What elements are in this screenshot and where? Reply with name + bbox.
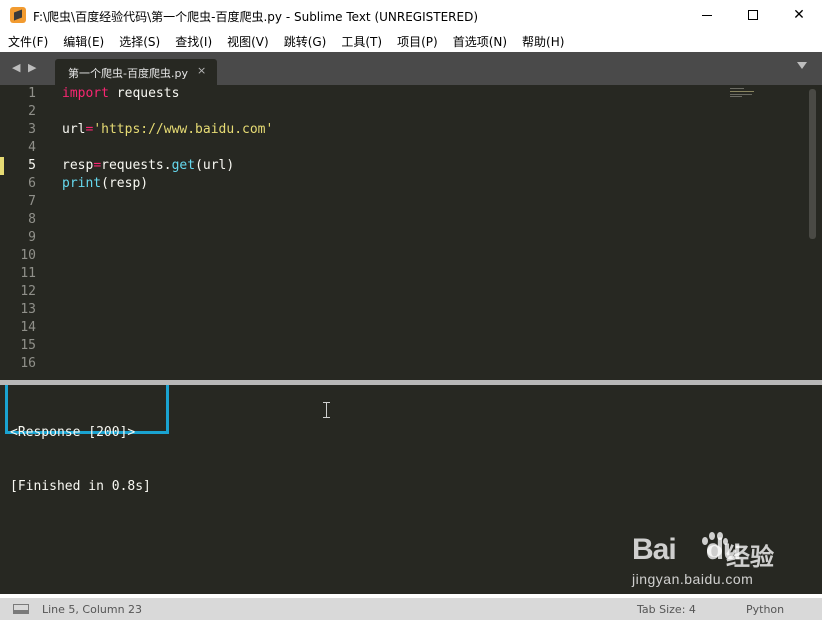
paw-icon [700,529,728,559]
menu-project[interactable]: 项目(P) [389,30,445,51]
syntax-selector[interactable]: Python [746,603,784,616]
minimap-line [730,88,744,89]
code-editor[interactable]: 1 2 3 4 5 6 7 8 9 10 11 12 13 14 15 16 i… [0,85,822,380]
get-args: (url) [195,158,235,173]
menu-goto[interactable]: 跳转(G) [276,30,334,51]
code-line-3: url='https://www.baidu.com' [62,121,273,139]
line-number: 12 [20,284,36,299]
menu-view[interactable]: 视图(V) [219,30,276,51]
tab-bar: ◀ ▶ 第一个爬虫-百度爬虫.py × [0,52,822,85]
menu-preferences[interactable]: 首选项(N) [445,30,514,51]
menu-selection[interactable]: 选择(S) [111,30,167,51]
code-line-1: import requests [62,85,179,103]
cursor-position: Line 5, Column 23 [42,603,143,616]
editor-scrollbar[interactable] [809,89,816,239]
panel-toggle-icon[interactable] [13,604,29,614]
line-number: 15 [20,338,36,353]
watermark-url: jingyan.baidu.com [632,571,754,587]
code-line-6: print(resp) [62,175,148,193]
keyword-import: import [62,86,109,101]
output-text: <Response [200]> [Finished in 0.8s] [10,388,151,532]
module-name: requests [108,86,180,101]
menu-tools[interactable]: 工具(T) [333,30,389,51]
line-number: 7 [28,194,36,209]
line-number: 14 [20,320,36,335]
tab-label: 第一个爬虫-百度爬虫.py [68,67,188,80]
menu-edit[interactable]: 编辑(E) [55,30,111,51]
get-function: get [171,158,196,173]
text-cursor-icon [323,402,331,418]
close-icon: ✕ [793,7,805,23]
tab-nav-arrows-icon[interactable]: ◀ ▶ [12,61,38,74]
menu-find[interactable]: 查找(I) [167,30,219,51]
line-number: 6 [28,176,36,191]
minimap-line [730,96,742,97]
assign-operator: = [93,158,102,173]
print-function: print [62,176,102,191]
window-title: F:\爬虫\百度经验代码\第一个爬虫-百度爬虫.py - Sublime Tex… [33,10,479,24]
variable-resp: resp [62,158,94,173]
line-number: 9 [28,230,36,245]
code-line-5: resp=requests.get(url) [62,157,234,175]
line-number: 3 [28,122,36,137]
variable-url: url [62,122,86,137]
menu-help[interactable]: 帮助(H) [514,30,571,51]
line-number: 1 [28,86,36,101]
status-bar: Line 5, Column 23 Tab Size: 4 Python [0,598,822,620]
tab-active-file[interactable]: 第一个爬虫-百度爬虫.py × [55,59,217,85]
title-bar: F:\爬虫\百度经验代码\第一个爬虫-百度爬虫.py - Sublime Tex… [0,0,822,30]
line-number-active: 5 [28,158,36,173]
minimize-icon [702,14,712,16]
build-output-panel[interactable]: <Response [200]> [Finished in 0.8s] Bai d… [0,385,822,594]
line-number-gutter: 1 2 3 4 5 6 7 8 9 10 11 12 13 14 15 16 [0,85,48,380]
tab-close-icon[interactable]: × [197,64,206,77]
line-number: 10 [20,248,36,263]
print-args: (resp) [101,176,149,191]
baidu-jingyan-watermark: Bai du 经验 jingyan.baidu.com [632,532,782,587]
menu-bar: 文件(F) 编辑(E) 选择(S) 查找(I) 视图(V) 跳转(G) 工具(T… [0,30,822,51]
maximize-button[interactable] [730,0,776,30]
sublime-app-icon [10,7,26,23]
maximize-icon [748,10,758,20]
line-number: 11 [20,266,36,281]
minimap[interactable] [728,85,808,103]
line-number: 16 [20,356,36,371]
line-number: 13 [20,302,36,317]
watermark-jingyan-text: 经验 [726,543,774,571]
output-line-response: <Response [200]> [10,425,136,440]
close-button[interactable]: ✕ [776,0,822,30]
line-number: 4 [28,140,36,155]
minimap-line [730,91,754,92]
url-string: 'https://www.baidu.com' [93,122,274,137]
output-line-finished: [Finished in 0.8s] [10,479,151,494]
code-content[interactable]: import requests url='https://www.baidu.c… [62,85,273,193]
line-number: 8 [28,212,36,227]
tab-size-selector[interactable]: Tab Size: 4 [637,603,696,616]
line-number: 2 [28,104,36,119]
minimap-line [730,94,752,95]
menu-file[interactable]: 文件(F) [0,30,55,51]
tab-dropdown-icon[interactable] [797,62,807,69]
requests-object: requests. [101,158,172,173]
minimize-button[interactable] [684,0,730,30]
